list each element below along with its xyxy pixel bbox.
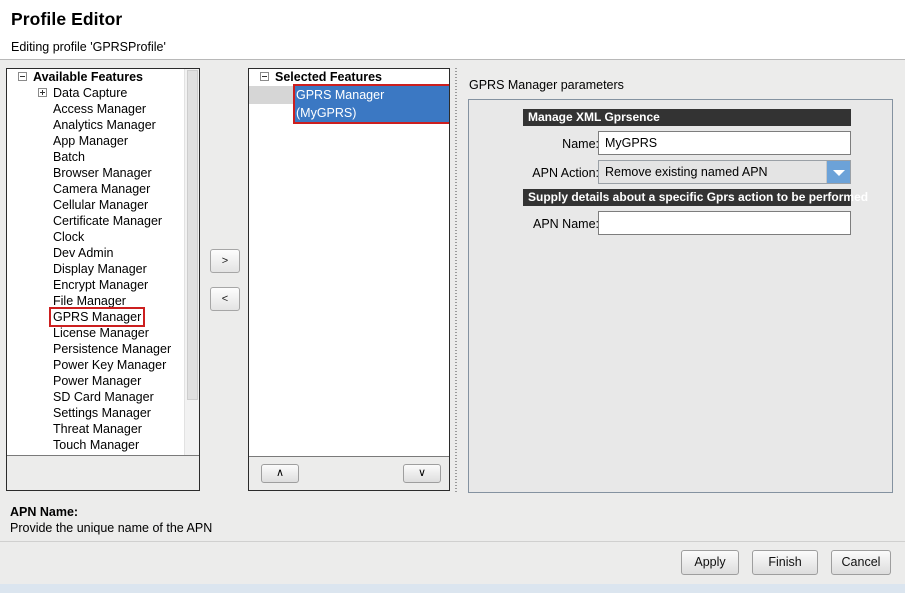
parameters-title: GPRS Manager parameters [469,78,624,92]
available-feature-item[interactable]: Persistence Manager [7,341,199,357]
selected-features-toolbar: ∧ ∨ [249,458,449,490]
parameters-group: Manage XML Gprsence Name: MyGPRS APN Act… [468,99,893,493]
remove-feature-button[interactable]: < [210,287,240,311]
available-feature-label: Display Manager [53,262,147,276]
available-feature-label: Cellular Manager [53,198,149,212]
collapse-icon[interactable] [260,72,269,81]
add-feature-button[interactable]: > [210,249,240,273]
available-features-root[interactable]: Available Features [7,69,199,85]
footer-divider [0,541,905,542]
available-feature-label: Power Key Manager [53,358,167,372]
available-feature-item[interactable]: Batch [7,149,199,165]
available-feature-item[interactable]: File Manager [7,293,199,309]
apn-action-selected-value: Remove existing named APN [605,165,768,179]
available-feature-item[interactable]: GPRS Manager [7,307,199,327]
available-feature-item[interactable]: Encrypt Manager [7,277,199,293]
cancel-button[interactable]: Cancel [831,550,891,575]
available-feature-item[interactable]: Analytics Manager [7,117,199,133]
available-feature-item[interactable]: SD Card Manager [7,389,199,405]
move-down-button[interactable]: ∨ [403,464,441,483]
available-feature-item[interactable]: Certificate Manager [7,213,199,229]
available-feature-item[interactable]: Camera Manager [7,181,199,197]
available-feature-item[interactable]: Power Manager [7,373,199,389]
available-features-scrollbar-thumb[interactable] [187,70,198,400]
available-feature-item[interactable]: Browser Manager [7,165,199,181]
available-feature-item[interactable]: Threat Manager [7,421,199,437]
expand-icon[interactable] [38,88,47,97]
selected-feature-label: GPRS Manager (MyGPRS) [293,84,449,124]
collapse-icon[interactable] [18,72,27,81]
available-feature-label: App Manager [53,134,129,148]
name-input[interactable]: MyGPRS [598,131,851,155]
apn-name-label: APN Name: [533,217,599,231]
apply-button[interactable]: Apply [681,550,739,575]
available-feature-item[interactable]: Display Manager [7,261,199,277]
available-feature-label: Data Capture [53,86,128,100]
dialog-header: Profile Editor Editing profile 'GPRSProf… [0,0,905,60]
available-feature-label: Batch [53,150,85,164]
help-text: Provide the unique name of the APN [10,521,213,535]
available-feature-label: Threat Manager [53,422,142,436]
available-features-panel: Available Features Data Capture Access Ma… [6,68,200,491]
page-title: Profile Editor [11,9,123,29]
selected-features-root-label: Selected Features [275,70,382,84]
available-features-tree[interactable]: Available Features Data Capture Access Ma… [7,69,199,456]
available-feature-label: File Manager [53,294,126,308]
available-feature-label: Dev Admin [53,246,114,260]
available-feature-label: Browser Manager [53,166,152,180]
available-feature-item[interactable]: Clock [7,229,199,245]
available-feature-label: Certificate Manager [53,214,163,228]
chevron-down-icon[interactable] [826,161,850,183]
selected-features-root[interactable]: Selected Features [249,69,449,86]
available-feature-label: Power Manager [53,374,142,388]
available-feature-item[interactable]: Cellular Manager [7,197,199,213]
available-feature-item[interactable]: Touch Manager [7,437,199,453]
apn-action-select[interactable]: Remove existing named APN [598,160,851,184]
available-feature-item[interactable]: Access Manager [7,101,199,117]
available-features-item-list: Data Capture Access Manager Analytics Mana… [7,85,199,453]
available-feature-label: GPRS Manager [48,307,146,327]
available-feature-label: Analytics Manager [53,118,156,132]
available-feature-item[interactable]: App Manager [7,133,199,149]
available-feature-item[interactable]: Power Key Manager [7,357,199,373]
available-feature-label: Camera Manager [53,182,151,196]
apn-name-input[interactable] [598,211,851,235]
finish-button[interactable]: Finish [752,550,818,575]
available-feature-item[interactable]: Settings Manager [7,405,199,421]
name-label: Name: [562,137,599,151]
move-up-button[interactable]: ∧ [261,464,299,483]
help-title: APN Name: [10,505,79,519]
available-feature-label: Persistence Manager [53,342,172,356]
available-feature-label: License Manager [53,326,149,340]
apn-action-label: APN Action: [532,166,599,180]
list-item[interactable]: GPRS Manager (MyGPRS) [249,84,449,124]
available-features-root-label: Available Features [33,70,144,84]
page-subtitle: Editing profile 'GPRSProfile' [11,40,166,54]
panel-sash-handle[interactable] [452,68,460,492]
section-header-supply: Supply details about a specific Gprs act… [523,189,868,206]
available-features-filler [7,457,199,490]
available-feature-item[interactable]: License Manager [7,325,199,341]
available-feature-label: Encrypt Manager [53,278,149,292]
bottom-strip [0,584,905,593]
available-feature-label: Touch Manager [53,438,140,452]
section-header-manage: Manage XML Gprsence [523,109,851,126]
available-feature-label: SD Card Manager [53,390,154,404]
available-feature-label: Access Manager [53,102,147,116]
available-feature-item[interactable]: Dev Admin [7,245,199,261]
selected-features-panel: Selected Features GPRS Manager (MyGPRS) … [248,68,450,491]
available-feature-item[interactable]: Data Capture [7,85,199,101]
available-feature-label: Clock [53,230,85,244]
selected-features-tree[interactable]: Selected Features GPRS Manager (MyGPRS) [249,69,449,457]
available-feature-label: Settings Manager [53,406,151,420]
help-description-area: APN Name: Provide the unique name of the… [0,497,905,547]
available-features-scrollbar[interactable] [184,69,199,455]
